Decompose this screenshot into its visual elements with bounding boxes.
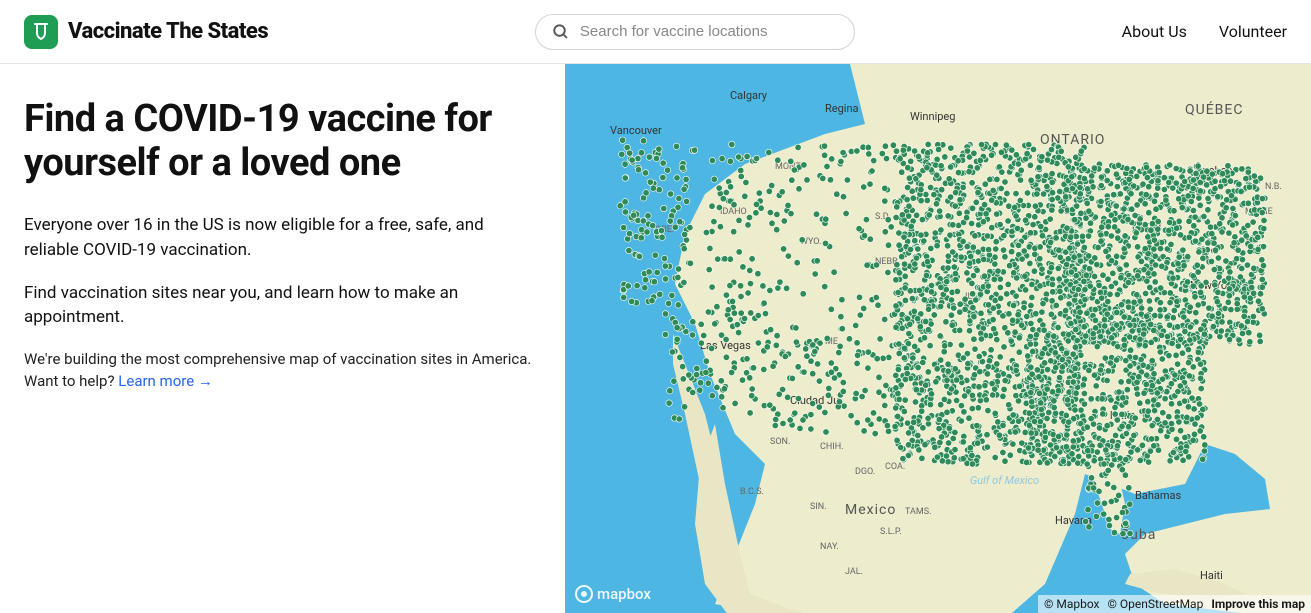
brand[interactable]: Vaccinate The States xyxy=(24,15,268,49)
label-nb: N.B. xyxy=(1265,182,1282,192)
search-box[interactable] xyxy=(535,14,855,50)
hero-p3-text: We're building the most comprehensive ma… xyxy=(24,350,531,391)
mapbox-text: mapbox xyxy=(597,585,651,603)
mapbox-badge[interactable]: mapbox xyxy=(575,585,651,603)
label-winnipeg: Winnipeg xyxy=(910,110,955,123)
label-regina: Regina xyxy=(825,102,859,115)
nav-volunteer[interactable]: Volunteer xyxy=(1219,22,1287,41)
label-son: SON. xyxy=(770,437,790,447)
label-haiti: Haiti xyxy=(1200,569,1223,582)
map[interactable]: Vancouver Calgary Regina Winnipeg ONTARI… xyxy=(565,64,1311,613)
logo-icon xyxy=(24,15,58,49)
label-slp: S.L.P. xyxy=(880,527,902,537)
label-vancouver: Vancouver xyxy=(610,124,662,137)
attrib-mapbox[interactable]: © Mapbox xyxy=(1044,597,1100,611)
hero-panel: Find a COVID-19 vaccine for yourself or … xyxy=(0,64,565,613)
map-attribution: © Mapbox © OpenStreetMap Improve this ma… xyxy=(1038,595,1311,613)
brand-name: Vaccinate The States xyxy=(68,19,268,44)
label-bahamas: Bahamas xyxy=(1135,489,1182,502)
label-idaho: IDAHO xyxy=(720,207,747,217)
label-quebec-prov: QUÉBEC xyxy=(1185,100,1243,118)
nav-about[interactable]: About Us xyxy=(1122,22,1187,41)
label-dgo: DGO. xyxy=(855,467,875,477)
mapbox-icon xyxy=(575,585,593,603)
hero-p3: We're building the most comprehensive ma… xyxy=(24,348,541,393)
attrib-improve[interactable]: Improve this map xyxy=(1211,597,1305,611)
hero-p2: Find vaccination sites near you, and lea… xyxy=(24,281,541,330)
label-calgary: Calgary xyxy=(730,89,768,102)
label-coa: COA. xyxy=(885,462,905,472)
search-input[interactable] xyxy=(580,23,838,40)
learn-more-link[interactable]: Learn more → xyxy=(118,372,213,390)
search-icon xyxy=(552,23,570,41)
attrib-osm[interactable]: © OpenStreetMap xyxy=(1108,597,1204,611)
label-mexico: Mexico xyxy=(845,502,896,518)
label-tams: TAMS. xyxy=(905,507,931,517)
label-jal: JAL. xyxy=(845,567,863,577)
label-sin: SIN. xyxy=(810,502,827,512)
map-canvas[interactable]: Vancouver Calgary Regina Winnipeg ONTARI… xyxy=(565,64,1311,613)
label-nay: NAY. xyxy=(820,542,839,552)
search-wrap xyxy=(268,14,1122,50)
label-gulf: Gulf of Mexico xyxy=(970,474,1039,487)
nav: About Us Volunteer xyxy=(1122,22,1287,41)
header: Vaccinate The States About Us Volunteer xyxy=(0,0,1311,64)
label-chih: CHIH. xyxy=(820,442,844,452)
hero-p1: Everyone over 16 in the US is now eligib… xyxy=(24,213,541,262)
label-bcs: B.C.S. xyxy=(740,487,764,497)
page-title: Find a COVID-19 vaccine for yourself or … xyxy=(24,98,541,185)
label-ontario: ONTARIO xyxy=(1040,132,1105,148)
